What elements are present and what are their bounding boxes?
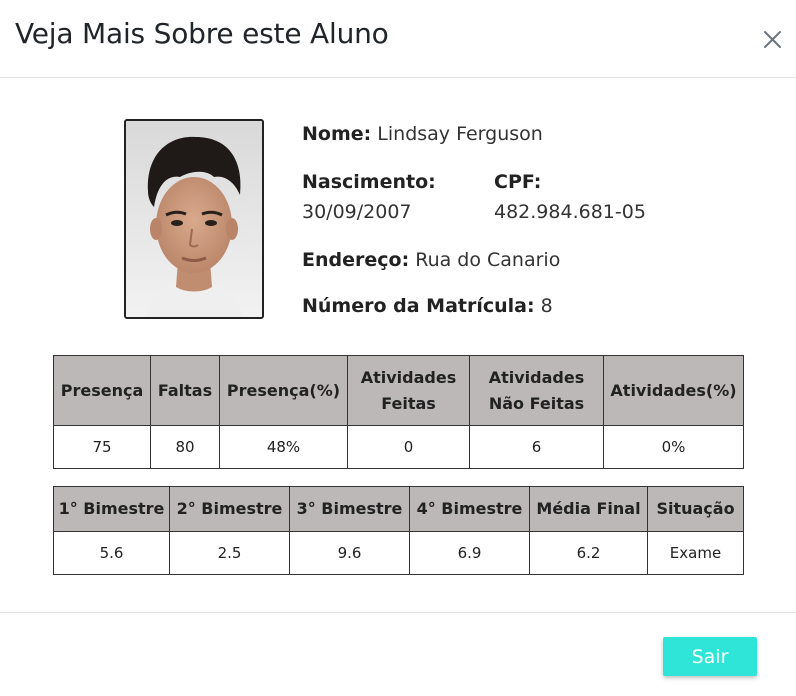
attendance-table: Presença Faltas Presença(%) Atividades F… — [53, 355, 744, 469]
exit-button[interactable]: Sair — [663, 637, 757, 676]
column-header: 3° Bimestre — [289, 486, 410, 532]
enrollment-label: Número da Matrícula: — [302, 295, 535, 317]
address-value: Rua do Canario — [415, 249, 561, 271]
table-cell: 2.5 — [169, 531, 290, 575]
student-address: Endereço: Rua do Canario — [302, 247, 560, 273]
table-cell: 9.6 — [289, 531, 410, 575]
close-button[interactable] — [759, 26, 787, 54]
enrollment-number: Número da Matrícula: 8 — [302, 293, 553, 319]
column-header: Atividades Não Feitas — [469, 355, 604, 426]
table-cell: 6.2 — [529, 531, 648, 575]
student-photo — [124, 119, 264, 319]
table-cell: Exame — [647, 531, 744, 575]
modal-title: Veja Mais Sobre este Aluno — [15, 17, 389, 50]
address-label: Endereço: — [302, 249, 410, 271]
table-cell: 80 — [150, 425, 220, 469]
column-header: Presença(%) — [219, 355, 348, 426]
modal-header: Veja Mais Sobre este Aluno — [0, 0, 796, 78]
table-cell: 5.6 — [53, 531, 170, 575]
birth-date: Nascimento: 30/09/2007 — [302, 169, 436, 225]
name-label: Nome: — [302, 123, 372, 145]
table-cell: 48% — [219, 425, 348, 469]
name-value: Lindsay Ferguson — [377, 123, 543, 145]
table-cell: 75 — [53, 425, 151, 469]
table-cell: 6.9 — [409, 531, 530, 575]
table-cell: 0 — [347, 425, 470, 469]
table-row: 75 80 48% 0 6 0% — [53, 425, 744, 469]
column-header: Atividades Feitas — [347, 355, 470, 426]
table-row: 5.6 2.5 9.6 6.9 6.2 Exame — [53, 531, 744, 575]
enrollment-value: 8 — [540, 295, 553, 317]
table-header-row: Presença Faltas Presença(%) Atividades F… — [53, 355, 744, 426]
column-header: Faltas — [150, 355, 220, 426]
cpf-value: 482.984.681-05 — [494, 201, 646, 223]
birth-value: 30/09/2007 — [302, 201, 412, 223]
column-header: Atividades(%) — [603, 355, 744, 426]
close-icon[interactable] — [759, 26, 787, 54]
cpf-label: CPF: — [494, 171, 542, 193]
column-header: Situação — [647, 486, 744, 532]
table-cell: 0% — [603, 425, 744, 469]
column-header: Presença — [53, 355, 151, 426]
student-name: Nome: Lindsay Ferguson — [302, 121, 543, 147]
birth-label: Nascimento: — [302, 171, 436, 193]
column-header: 1° Bimestre — [53, 486, 170, 532]
table-header-row: 1° Bimestre 2° Bimestre 3° Bimestre 4° B… — [53, 486, 744, 532]
student-photo-image — [126, 121, 262, 317]
grades-table: 1° Bimestre 2° Bimestre 3° Bimestre 4° B… — [53, 486, 744, 575]
cpf: CPF: 482.984.681-05 — [494, 169, 646, 225]
student-details-modal: Veja Mais Sobre este Aluno Nome: Lindsay… — [0, 0, 796, 696]
column-header: Média Final — [529, 486, 648, 532]
column-header: 2° Bimestre — [169, 486, 290, 532]
column-header: 4° Bimestre — [409, 486, 530, 532]
table-cell: 6 — [469, 425, 604, 469]
